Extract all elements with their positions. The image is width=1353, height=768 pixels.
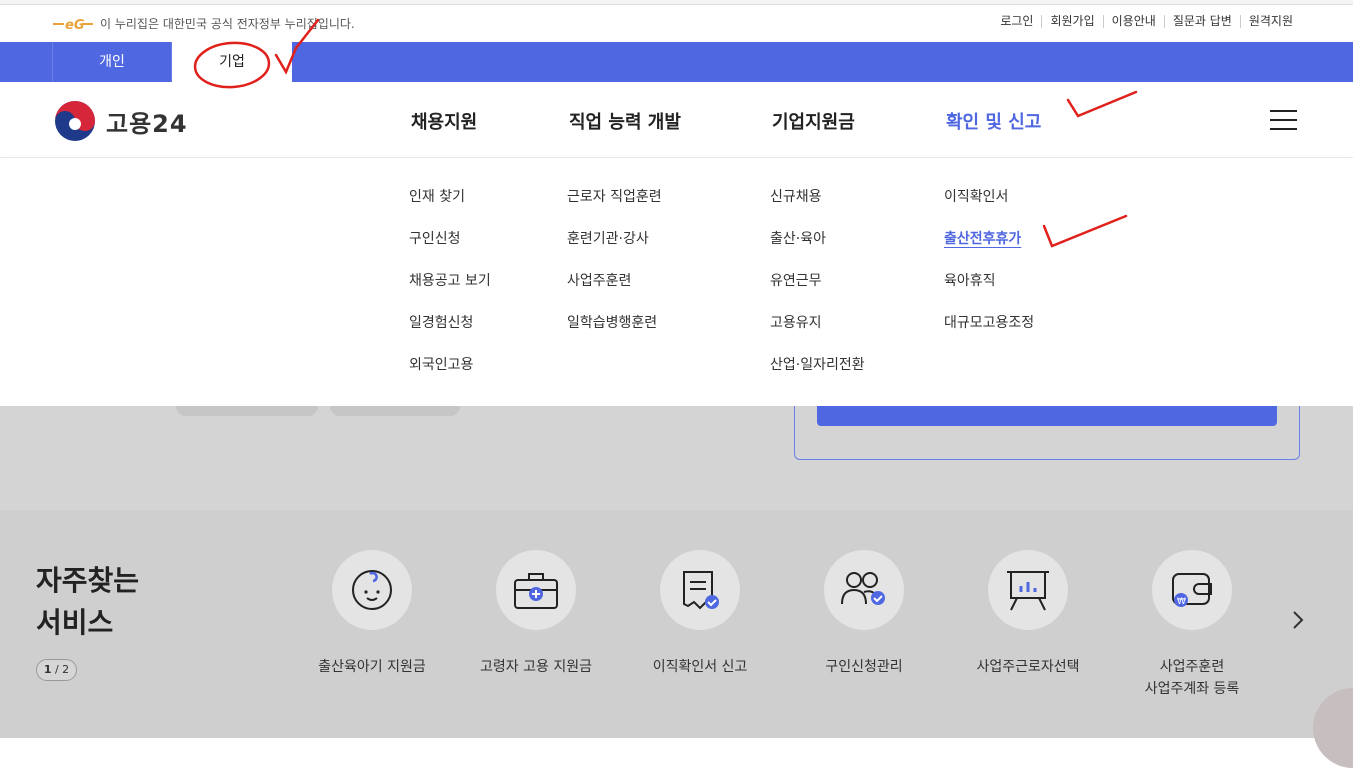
- egov-logo-icon: eG: [53, 18, 93, 32]
- tab-company[interactable]: 기업: [172, 42, 292, 82]
- svg-text:₩: ₩: [1177, 597, 1186, 607]
- service-item[interactable]: 이직확인서 신고: [620, 550, 780, 678]
- frequent-services: 자주찾는 서비스 1 / 2 출산육아기 지원금 고령자 고용 지원금 이직확인…: [0, 510, 1353, 768]
- presentation-board-icon: [988, 550, 1068, 630]
- menu-item[interactable]: 신규채용: [770, 186, 865, 228]
- service-item[interactable]: ₩ 사업주훈련 사업주계좌 등록: [1112, 550, 1272, 700]
- service-item[interactable]: 구인신청관리: [784, 550, 944, 678]
- wallet-won-icon: ₩: [1152, 550, 1232, 630]
- menu-item[interactable]: 인재 찾기: [409, 186, 491, 228]
- service-label: 사업주근로자선택: [976, 659, 1080, 675]
- dimmed-button: [817, 406, 1277, 426]
- service-item[interactable]: 사업주근로자선택: [948, 550, 1108, 678]
- mega-menu: 인재 찾기 구인신청 채용공고 보기 일경험신청 외국인고용 근로자 직업훈련 …: [0, 158, 1353, 406]
- menu-item[interactable]: 훈련기관·강사: [567, 228, 662, 270]
- chevron-right-icon[interactable]: [1291, 610, 1305, 630]
- mega-col-subsidy: 신규채용 출산·육아 유연근무 고용유지 산업·일자리전환: [770, 186, 865, 396]
- service-label: 사업주훈련 사업주계좌 등록: [1112, 656, 1272, 700]
- service-label-line2: 사업주계좌 등록: [1144, 681, 1240, 697]
- service-label: 출산육아기 지원금: [318, 659, 426, 675]
- baby-icon: [332, 550, 412, 630]
- tab-personal[interactable]: 개인: [52, 42, 172, 82]
- remote-support-link[interactable]: 원격지원: [1239, 15, 1301, 28]
- menu-icon[interactable]: [1270, 110, 1297, 130]
- menu-item[interactable]: 육아휴직: [944, 270, 1034, 312]
- dimmed-login-box: [794, 406, 1300, 460]
- menu-item[interactable]: 사업주훈련: [567, 270, 662, 312]
- qna-link[interactable]: 질문과 답변: [1163, 15, 1240, 28]
- menu-item[interactable]: 산업·일자리전환: [770, 354, 865, 396]
- mega-col-recruit: 인재 찾기 구인신청 채용공고 보기 일경험신청 외국인고용: [409, 186, 491, 396]
- mega-col-training: 근로자 직업훈련 훈련기관·강사 사업주훈련 일학습병행훈련: [567, 186, 662, 354]
- services-title-line2: 서비스: [36, 606, 114, 639]
- utility-links: 로그인 회원가입 이용안내 질문과 답변 원격지원: [992, 15, 1301, 28]
- menu-item[interactable]: 외국인고용: [409, 354, 491, 396]
- floating-button-partial[interactable]: [1313, 688, 1353, 768]
- menu-item[interactable]: 구인신청: [409, 228, 491, 270]
- user-type-tab-bar: 개인 기업: [0, 42, 1353, 82]
- service-label: 고령자 고용 지원금: [480, 659, 592, 675]
- services-title: 자주찾는 서비스: [36, 560, 139, 644]
- svg-text:eG: eG: [65, 18, 85, 32]
- service-label: 이직확인서 신고: [652, 659, 748, 675]
- certificate-check-icon: [660, 550, 740, 630]
- dimmed-background: [0, 406, 1353, 510]
- gov-notice-bar: eG 이 누리집은 대한민국 공식 전자정부 누리집입니다. 로그인 회원가입 …: [0, 5, 1353, 42]
- dimmed-pill: [176, 406, 318, 416]
- mega-col-confirm: 이직확인서 출산전후휴가 육아휴직 대규모고용조정: [944, 186, 1034, 354]
- medical-kit-icon: [496, 550, 576, 630]
- services-pager: 1 / 2: [36, 659, 77, 681]
- gov-notice-text: 이 누리집은 대한민국 공식 전자정부 누리집입니다.: [100, 17, 355, 31]
- menu-item[interactable]: 근로자 직업훈련: [567, 186, 662, 228]
- menu-item[interactable]: 고용유지: [770, 312, 865, 354]
- menu-item-maternity-leave[interactable]: 출산전후휴가: [944, 228, 1034, 270]
- site-logo[interactable]: 고용24: [54, 100, 188, 142]
- nav-confirm-report[interactable]: 확인 및 신고: [946, 108, 1041, 134]
- menu-item[interactable]: 출산·육아: [770, 228, 865, 270]
- signup-link[interactable]: 회원가입: [1041, 15, 1102, 28]
- nav-skill-development[interactable]: 직업 능력 개발: [569, 108, 681, 134]
- taegeuk-logo-icon: [55, 101, 95, 141]
- site-header: 고용24 채용지원 직업 능력 개발 기업지원금 확인 및 신고: [0, 82, 1353, 158]
- services-title-line1: 자주찾는: [36, 564, 140, 597]
- nav-company-subsidy[interactable]: 기업지원금: [772, 108, 855, 134]
- menu-item[interactable]: 이직확인서: [944, 186, 1034, 228]
- service-item[interactable]: 출산육아기 지원금: [292, 550, 452, 678]
- service-item[interactable]: 고령자 고용 지원금: [456, 550, 616, 678]
- login-link[interactable]: 로그인: [992, 15, 1041, 28]
- service-label: 구인신청관리: [825, 659, 903, 675]
- guide-link[interactable]: 이용안내: [1102, 15, 1164, 28]
- pager-total: / 2: [51, 663, 70, 676]
- menu-item[interactable]: 채용공고 보기: [409, 270, 491, 312]
- menu-item[interactable]: 유연근무: [770, 270, 865, 312]
- dimmed-pill: [330, 406, 460, 416]
- logo-text: 고용24: [106, 109, 188, 138]
- menu-item[interactable]: 대규모고용조정: [944, 312, 1034, 354]
- service-label-line1: 사업주훈련: [1159, 659, 1225, 675]
- menu-item[interactable]: 일경험신청: [409, 312, 491, 354]
- people-check-icon: [824, 550, 904, 630]
- menu-item[interactable]: 일학습병행훈련: [567, 312, 662, 354]
- nav-recruit-support[interactable]: 채용지원: [411, 108, 477, 134]
